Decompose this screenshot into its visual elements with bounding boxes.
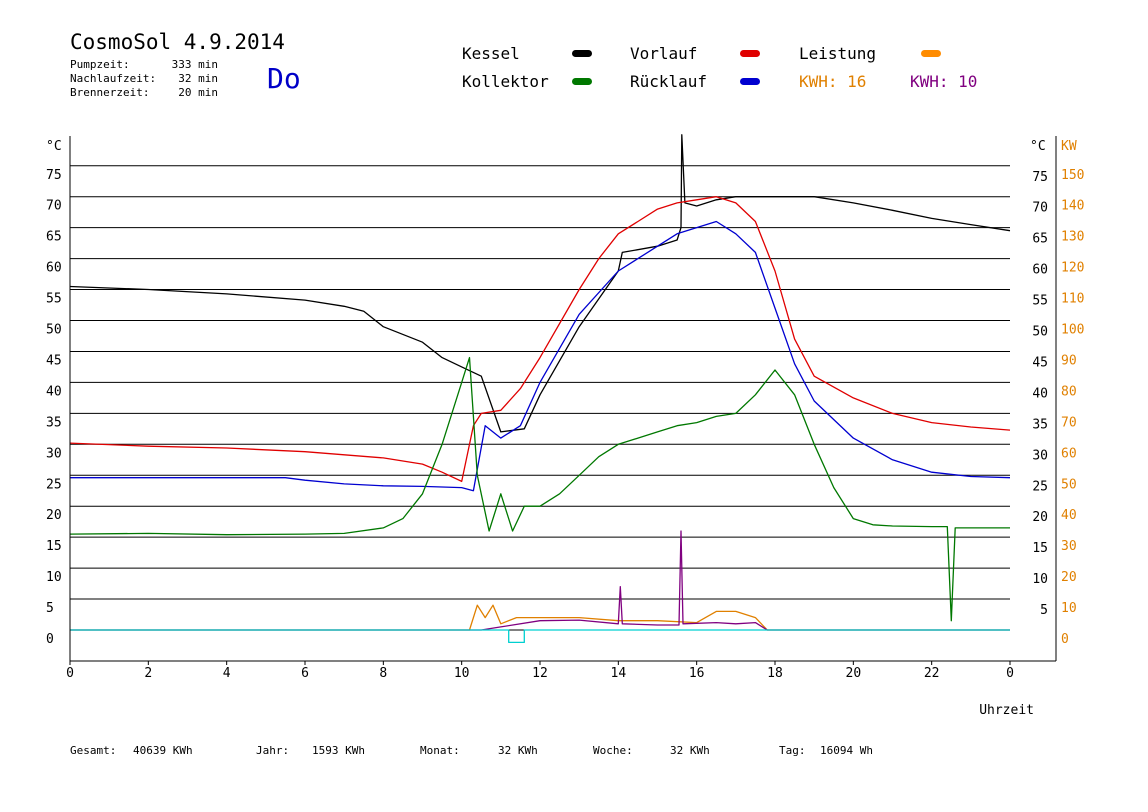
y-tick-right-35: 35 xyxy=(1032,417,1048,432)
y-tick-kw-90: 90 xyxy=(1061,353,1077,368)
y-label-right: °C xyxy=(1030,139,1046,154)
axis-layer: 0510152025303540455055606570755101520253… xyxy=(46,136,1084,718)
x-tick-8: 16 xyxy=(689,666,705,681)
footer-tag-value: 16094 Wh xyxy=(820,744,873,757)
y-tick-kw-70: 70 xyxy=(1061,415,1077,430)
y-tick-left-0: 0 xyxy=(46,632,54,647)
x-tick-0: 0 xyxy=(66,666,74,681)
y-tick-left-40: 40 xyxy=(46,384,62,399)
y-tick-left-60: 60 xyxy=(46,261,62,276)
y-tick-right-70: 70 xyxy=(1032,201,1048,216)
x-tick-12: 0 xyxy=(1006,666,1014,681)
x-axis-label: Uhrzeit xyxy=(979,703,1034,718)
y-tick-right-25: 25 xyxy=(1032,479,1048,494)
footer-woche-value: 32 KWh xyxy=(670,744,710,757)
series-line-rcklauf xyxy=(70,220,1011,492)
y-tick-right-10: 10 xyxy=(1032,572,1048,587)
y-tick-kw-100: 100 xyxy=(1061,323,1084,338)
series-line-6 xyxy=(70,629,1010,644)
footer-jahr-label: Jahr: xyxy=(256,744,290,757)
x-tick-1: 2 xyxy=(144,666,152,681)
y-tick-right-15: 15 xyxy=(1032,541,1048,556)
y-label-kw: KW xyxy=(1061,139,1077,154)
y-tick-left-15: 15 xyxy=(46,539,62,554)
y-tick-kw-130: 130 xyxy=(1061,230,1084,245)
y-tick-right-55: 55 xyxy=(1032,294,1048,309)
footer-gesamt-label: Gesamt: xyxy=(70,744,117,757)
footer-monat-value: 32 KWh xyxy=(498,744,538,757)
x-tick-7: 14 xyxy=(611,666,627,681)
y-tick-left-70: 70 xyxy=(46,199,62,214)
y-tick-right-45: 45 xyxy=(1032,355,1048,370)
x-tick-11: 22 xyxy=(924,666,940,681)
y-tick-right-50: 50 xyxy=(1032,325,1048,340)
y-tick-kw-140: 140 xyxy=(1061,199,1084,214)
y-tick-kw-60: 60 xyxy=(1061,446,1077,461)
y-tick-left-20: 20 xyxy=(46,508,62,523)
x-tick-6: 12 xyxy=(532,666,548,681)
y-tick-left-5: 5 xyxy=(46,601,54,616)
y-tick-left-10: 10 xyxy=(46,570,62,585)
series-line-kollektor xyxy=(69,356,1010,622)
y-tick-kw-0: 0 xyxy=(1061,632,1069,647)
x-tick-10: 20 xyxy=(846,666,862,681)
y-tick-right-30: 30 xyxy=(1032,448,1048,463)
y-tick-left-45: 45 xyxy=(46,353,62,368)
x-tick-5: 10 xyxy=(454,666,470,681)
y-tick-kw-10: 10 xyxy=(1061,601,1077,616)
y-tick-left-25: 25 xyxy=(46,477,62,492)
series-line-leistung xyxy=(70,604,1010,631)
y-tick-left-50: 50 xyxy=(46,323,62,338)
y-tick-left-30: 30 xyxy=(46,446,62,461)
series-layer xyxy=(69,134,1011,644)
series-line-kessel xyxy=(69,134,1011,433)
footer-woche-label: Woche: xyxy=(593,744,633,757)
y-tick-kw-110: 110 xyxy=(1061,292,1084,307)
series-line-vorlauf xyxy=(69,196,1011,483)
y-tick-right-60: 60 xyxy=(1032,263,1048,278)
y-label-left: °C xyxy=(46,139,62,154)
y-tick-kw-30: 30 xyxy=(1061,539,1077,554)
x-tick-2: 4 xyxy=(223,666,231,681)
x-tick-9: 18 xyxy=(767,666,783,681)
footer-jahr-value: 1593 KWh xyxy=(312,744,365,757)
y-tick-left-55: 55 xyxy=(46,292,62,307)
y-tick-right-20: 20 xyxy=(1032,510,1048,525)
y-tick-kw-150: 150 xyxy=(1061,168,1084,183)
y-tick-kw-80: 80 xyxy=(1061,384,1077,399)
y-tick-kw-50: 50 xyxy=(1061,477,1077,492)
y-tick-kw-120: 120 xyxy=(1061,261,1084,276)
temperature-chart: 0510152025303540455055606570755101520253… xyxy=(46,134,1084,718)
footer-monat-label: Monat: xyxy=(420,744,460,757)
y-tick-right-5: 5 xyxy=(1040,603,1048,618)
y-tick-right-65: 65 xyxy=(1032,232,1048,247)
grid-layer xyxy=(70,165,1010,631)
footer-gesamt-value: 40639 KWh xyxy=(133,744,193,757)
x-tick-4: 8 xyxy=(379,666,387,681)
y-tick-right-40: 40 xyxy=(1032,386,1048,401)
series-line-5 xyxy=(70,530,1010,631)
x-tick-3: 6 xyxy=(301,666,309,681)
y-tick-left-75: 75 xyxy=(46,168,62,183)
y-tick-left-35: 35 xyxy=(46,415,62,430)
footer-tag-label: Tag: xyxy=(779,744,806,757)
y-tick-kw-20: 20 xyxy=(1061,570,1077,585)
y-tick-left-65: 65 xyxy=(46,230,62,245)
y-tick-right-75: 75 xyxy=(1032,170,1048,185)
y-tick-kw-40: 40 xyxy=(1061,508,1077,523)
